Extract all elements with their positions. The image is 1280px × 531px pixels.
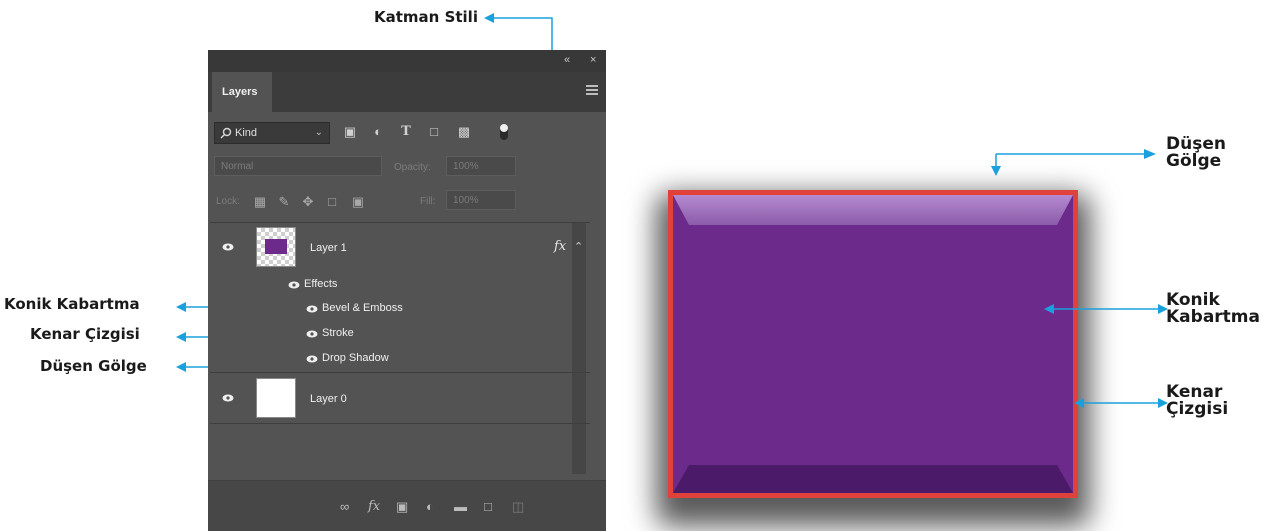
kind-filter-label: Kind bbox=[235, 127, 258, 139]
layers-bottom-toolbar: ∞ fx ▣ ◐ ▬ □ ◫ bbox=[208, 480, 606, 531]
opacity-input[interactable]: 100% bbox=[446, 156, 516, 176]
panel-menu-icon[interactable] bbox=[586, 85, 598, 97]
shape-filter-icon[interactable]: □ bbox=[426, 124, 442, 140]
eye-icon[interactable] bbox=[306, 330, 318, 338]
callout-konik-kabartma-right-line2: Kabartma bbox=[1166, 307, 1260, 327]
chevron-up-icon[interactable]: ⌃ bbox=[574, 240, 583, 253]
lock-row: Lock: ▦ ✎ ✥ □ ▣ Fill: 100% bbox=[208, 184, 606, 220]
layer-row-layer-0[interactable]: Layer 0 bbox=[210, 372, 590, 424]
kind-filter-select[interactable]: Kind ⌄ bbox=[214, 122, 330, 144]
layer-1-name[interactable]: Layer 1 bbox=[310, 242, 347, 254]
eye-icon[interactable] bbox=[306, 355, 318, 363]
effect-row-stroke[interactable]: Stroke bbox=[250, 325, 550, 343]
callout-dusen-golge-left: Düşen Gölge bbox=[40, 357, 147, 375]
eye-icon[interactable] bbox=[306, 305, 318, 313]
panel-tab-row: Layers bbox=[208, 72, 606, 112]
lock-artboard-icon[interactable]: □ bbox=[324, 194, 340, 210]
filter-row: Kind ⌄ ▣ ◐ T □ ▩ bbox=[208, 112, 606, 152]
blend-row: Normal Opacity: 100% bbox=[208, 152, 606, 182]
opacity-label: Opacity: bbox=[394, 162, 431, 173]
add-mask-icon[interactable]: ▣ bbox=[396, 499, 408, 515]
close-icon[interactable]: × bbox=[590, 54, 596, 66]
callout-dusen-golge-right-line2: Gölge bbox=[1166, 151, 1222, 171]
lock-all-icon[interactable]: ▣ bbox=[350, 194, 366, 210]
eye-icon[interactable] bbox=[288, 281, 300, 289]
effects-header[interactable]: Effects bbox=[250, 276, 450, 294]
arrow-kenar-cizgisi-right bbox=[1074, 398, 1168, 408]
fill-label: Fill: bbox=[420, 196, 436, 207]
effect-row-bevel-emboss[interactable]: Bevel & Emboss bbox=[250, 300, 550, 318]
styled-layer-preview bbox=[668, 190, 1078, 498]
fx-icon[interactable]: fx bbox=[554, 239, 566, 254]
effect-label-drop-shadow: Drop Shadow bbox=[322, 352, 389, 364]
pixel-filter-icon[interactable]: ▣ bbox=[342, 124, 358, 140]
smart-object-filter-icon[interactable]: ▩ bbox=[456, 124, 472, 140]
arrow-dusen-golge-right bbox=[991, 149, 1156, 176]
callout-dusen-golge-right: Düşen Gölge bbox=[1166, 136, 1226, 170]
link-layers-icon[interactable]: ∞ bbox=[340, 499, 349, 514]
lock-position-icon[interactable]: ✥ bbox=[300, 194, 316, 210]
panel-titlebar: « × bbox=[208, 50, 606, 72]
chevron-down-icon: ⌄ bbox=[314, 127, 323, 138]
bevel-highlight bbox=[673, 195, 1073, 225]
bevel-lowlight bbox=[673, 465, 1073, 493]
lock-image-icon[interactable]: ✎ bbox=[276, 194, 292, 210]
effect-label-bevel-emboss: Bevel & Emboss bbox=[322, 302, 403, 314]
effect-label-stroke: Stroke bbox=[322, 327, 354, 339]
layer-row-layer-1[interactable]: Layer 1 fx ⌃ bbox=[210, 222, 590, 273]
new-group-folder-icon[interactable]: ▬ bbox=[454, 499, 467, 514]
fill-input[interactable]: 100% bbox=[446, 190, 516, 210]
type-filter-icon[interactable]: T bbox=[398, 124, 414, 140]
filter-toggle-icon[interactable] bbox=[500, 124, 508, 140]
layers-panel: « × Layers Kind ⌄ ▣ ◐ T □ ▩ Normal Opaci… bbox=[208, 50, 606, 531]
eye-icon[interactable] bbox=[222, 394, 234, 402]
callout-kenar-cizgisi-right: Kenar Çizgisi bbox=[1166, 384, 1228, 418]
callout-kenar-cizgisi-right-line2: Çizgisi bbox=[1166, 399, 1229, 419]
new-layer-icon[interactable]: □ bbox=[484, 499, 492, 514]
layer-0-thumbnail bbox=[256, 378, 296, 418]
blend-mode-select[interactable]: Normal bbox=[214, 156, 382, 176]
tab-layers[interactable]: Layers bbox=[212, 72, 272, 112]
effects-label: Effects bbox=[304, 278, 338, 290]
lock-label: Lock: bbox=[216, 196, 240, 207]
layer-1-thumbnail bbox=[256, 227, 296, 267]
adjustment-filter-icon[interactable]: ◐ bbox=[370, 124, 386, 140]
lock-transparent-icon[interactable]: ▦ bbox=[252, 194, 268, 210]
double-chevron-left-icon[interactable]: « bbox=[564, 54, 570, 66]
search-icon bbox=[220, 127, 232, 139]
effect-row-drop-shadow[interactable]: Drop Shadow bbox=[250, 350, 550, 368]
callout-katman-stili: Katman Stili bbox=[374, 8, 478, 26]
callout-konik-kabartma-left: Konik Kabartma bbox=[4, 295, 140, 313]
adjustment-layer-icon[interactable]: ◐ bbox=[426, 499, 434, 514]
callout-kenar-cizgisi-left: Kenar Çizgisi bbox=[30, 325, 140, 343]
eye-icon[interactable] bbox=[222, 243, 234, 251]
effects-group: Effects Bevel & Emboss Stroke Drop Shado… bbox=[250, 272, 572, 370]
fx-add-style-icon[interactable]: fx bbox=[368, 499, 380, 514]
trash-icon[interactable]: ◫ bbox=[512, 499, 524, 515]
arrow-konik-kabartma-right bbox=[1044, 304, 1168, 314]
callout-konik-kabartma-right: Konik Kabartma bbox=[1166, 292, 1260, 326]
layer-0-name[interactable]: Layer 0 bbox=[310, 393, 347, 405]
